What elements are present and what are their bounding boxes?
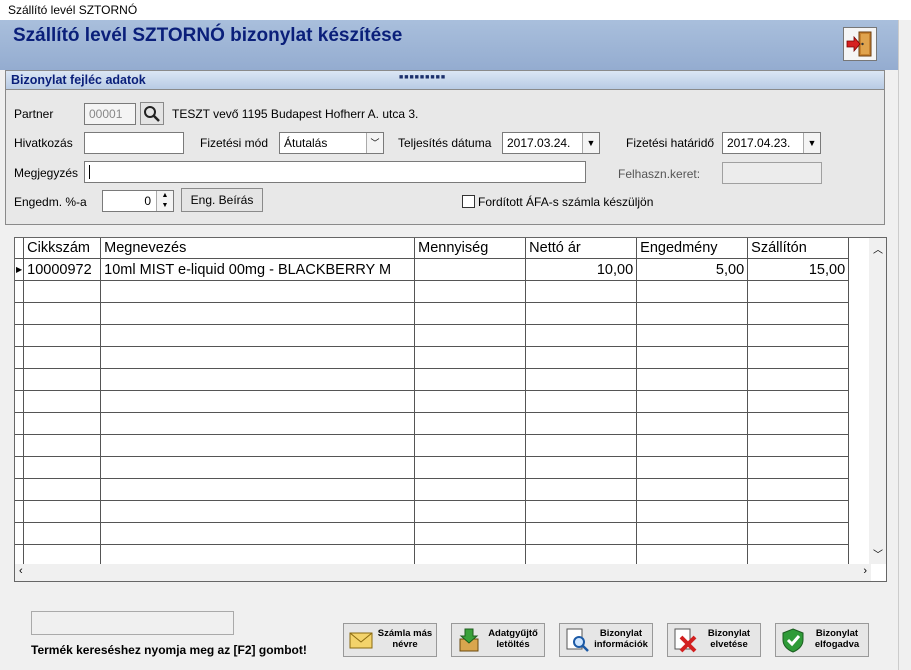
table-row[interactable] bbox=[15, 500, 850, 523]
column-header[interactable]: Nettó ár bbox=[525, 238, 638, 259]
table-row[interactable] bbox=[15, 368, 850, 391]
items-grid: Cikkszám Megnevezés Mennyiség Nettó ár E… bbox=[14, 237, 887, 582]
envelope-icon bbox=[349, 632, 373, 649]
table-cell[interactable]: 10,00 bbox=[525, 258, 638, 281]
table-row[interactable] bbox=[15, 412, 850, 435]
shield-check-icon bbox=[782, 628, 804, 653]
bizonylat-elfogadva-button[interactable]: Bizonylat elfogadva bbox=[775, 623, 869, 657]
column-header[interactable]: Megnevezés bbox=[100, 238, 416, 259]
fizetesi-mod-value: Átutalás bbox=[284, 136, 328, 150]
document-search-icon bbox=[566, 628, 589, 652]
button-label: Bizonylat információk bbox=[594, 628, 648, 650]
table-header-row: Cikkszám Megnevezés Mennyiség Nettó ár E… bbox=[15, 238, 850, 259]
szamla-mas-nevre-button[interactable]: Számla más névre bbox=[343, 623, 437, 657]
column-header[interactable]: Szállítón bbox=[747, 238, 850, 259]
f2-search-field[interactable] bbox=[31, 611, 234, 635]
window-title: Szállító levél SZTORNÓ bbox=[8, 3, 138, 17]
table-cell[interactable]: 15,00 bbox=[747, 258, 850, 281]
keret-label: Felhaszn.keret: bbox=[618, 167, 701, 181]
collapse-handle[interactable]: ■■■■■■■■■ bbox=[399, 74, 446, 81]
table-cell[interactable]: 10ml MIST e-liquid 00mg - BLACKBERRY M bbox=[100, 258, 416, 281]
page-title: Szállító levél SZTORNÓ bizonylat készíté… bbox=[13, 25, 403, 46]
text-cursor bbox=[89, 165, 90, 179]
teljesites-date-picker[interactable]: 2017.03.24. ▼ bbox=[502, 132, 600, 154]
table-row[interactable] bbox=[15, 434, 850, 457]
table-row[interactable] bbox=[15, 478, 850, 501]
window-titlebar: Szállító levél SZTORNÓ bbox=[0, 0, 911, 20]
grid-vertical-scrollbar[interactable]: ︿ ﹀ bbox=[869, 238, 886, 564]
button-label: Számla más névre bbox=[377, 628, 433, 650]
table-cell[interactable] bbox=[414, 258, 527, 281]
hivatkozas-label: Hivatkozás bbox=[14, 136, 73, 150]
button-label: Bizonylat elfogadva bbox=[814, 628, 860, 650]
fizetesi-mod-select[interactable]: Átutalás ﹀ bbox=[279, 132, 384, 154]
f2-hint-text: Termék kereséshez nyomja meg az [F2] gom… bbox=[31, 643, 307, 657]
forditott-afa-checkbox[interactable] bbox=[462, 195, 475, 208]
table-row[interactable] bbox=[15, 324, 850, 347]
exit-button[interactable] bbox=[843, 27, 877, 61]
row-pointer-icon: ▶ bbox=[15, 258, 25, 281]
hivatkozas-input[interactable] bbox=[84, 132, 184, 154]
table-row[interactable] bbox=[15, 456, 850, 479]
scroll-up-icon[interactable]: ︿ bbox=[873, 241, 883, 256]
items-table: Cikkszám Megnevezés Mennyiség Nettó ár E… bbox=[15, 238, 850, 567]
scroll-left-icon[interactable]: ‹ bbox=[19, 565, 23, 577]
panel-title: Bizonylat fejléc adatok bbox=[11, 73, 146, 87]
page-header: Szállító levél SZTORNÓ bizonylat készíté… bbox=[0, 20, 898, 70]
table-row[interactable] bbox=[15, 522, 850, 545]
partner-name: TESZT vevő 1195 Budapest Hofherr A. utca… bbox=[172, 107, 419, 121]
button-label: Adatgyűjtő letöltés bbox=[488, 628, 538, 650]
table-row[interactable] bbox=[15, 302, 850, 325]
exit-door-icon bbox=[846, 31, 872, 57]
grid-horizontal-scrollbar[interactable]: ‹ › bbox=[15, 564, 871, 581]
partner-code-field[interactable]: 00001 bbox=[84, 103, 136, 125]
dropdown-arrow-icon[interactable]: ▼ bbox=[582, 133, 599, 153]
window-scrollbar[interactable] bbox=[898, 20, 911, 670]
partner-label: Partner bbox=[14, 107, 54, 121]
dropdown-arrow-icon[interactable]: ▼ bbox=[803, 133, 820, 153]
download-box-icon bbox=[459, 628, 479, 652]
hatarido-label: Fizetési határidő bbox=[626, 136, 715, 150]
table-row[interactable] bbox=[15, 346, 850, 369]
bizonylat-informaciok-button[interactable]: Bizonylat információk bbox=[559, 623, 653, 657]
reject-x-icon bbox=[674, 628, 697, 653]
engedm-label: Engedm. %-a bbox=[14, 195, 87, 209]
partner-search-button[interactable] bbox=[140, 102, 164, 125]
engedm-spinner[interactable]: 0 ▲ ▼ bbox=[102, 190, 174, 212]
keret-field bbox=[722, 162, 822, 184]
table-cell[interactable]: 5,00 bbox=[636, 258, 749, 281]
hatarido-value: 2017.04.23. bbox=[727, 136, 791, 150]
megjegyzes-input[interactable] bbox=[84, 161, 586, 183]
fizetesi-mod-label: Fizetési mód bbox=[200, 136, 269, 150]
panel-header: Bizonylat fejléc adatok ■■■■■■■■■ bbox=[6, 71, 884, 90]
teljesites-label: Teljesítés dátuma bbox=[398, 136, 492, 150]
bizonylat-elvetese-button[interactable]: Bizonylat elvetése bbox=[667, 623, 761, 657]
adatgyujto-letoltes-button[interactable]: Adatgyűjtő letöltés bbox=[451, 623, 545, 657]
scroll-down-icon[interactable]: ﹀ bbox=[873, 546, 883, 561]
hatarido-date-picker[interactable]: 2017.04.23. ▼ bbox=[722, 132, 821, 154]
scroll-right-icon[interactable]: › bbox=[863, 565, 867, 577]
teljesites-value: 2017.03.24. bbox=[507, 136, 571, 150]
table-cell[interactable]: 10000972 bbox=[23, 258, 102, 281]
spinner-arrows-icon[interactable]: ▲ ▼ bbox=[156, 191, 173, 211]
table-row[interactable] bbox=[15, 390, 850, 413]
search-icon bbox=[144, 106, 160, 122]
table-row[interactable] bbox=[15, 280, 850, 303]
row-indicator-header bbox=[15, 238, 25, 259]
chevron-down-icon[interactable]: ﹀ bbox=[366, 133, 383, 153]
column-header[interactable]: Mennyiség bbox=[414, 238, 527, 259]
engedm-value: 0 bbox=[144, 194, 151, 208]
button-label: Bizonylat elvetése bbox=[707, 628, 751, 650]
table-row[interactable]: ▶ 10000972 10ml MIST e-liquid 00mg - BLA… bbox=[15, 258, 850, 281]
eng-beiras-button[interactable]: Eng. Beírás bbox=[181, 188, 263, 212]
column-header[interactable]: Cikkszám bbox=[23, 238, 102, 259]
forditott-afa-label: Fordított ÁFA-s számla készüljön bbox=[478, 195, 654, 209]
megjegyzes-label: Megjegyzés bbox=[14, 166, 79, 180]
column-header[interactable]: Engedmény bbox=[636, 238, 749, 259]
